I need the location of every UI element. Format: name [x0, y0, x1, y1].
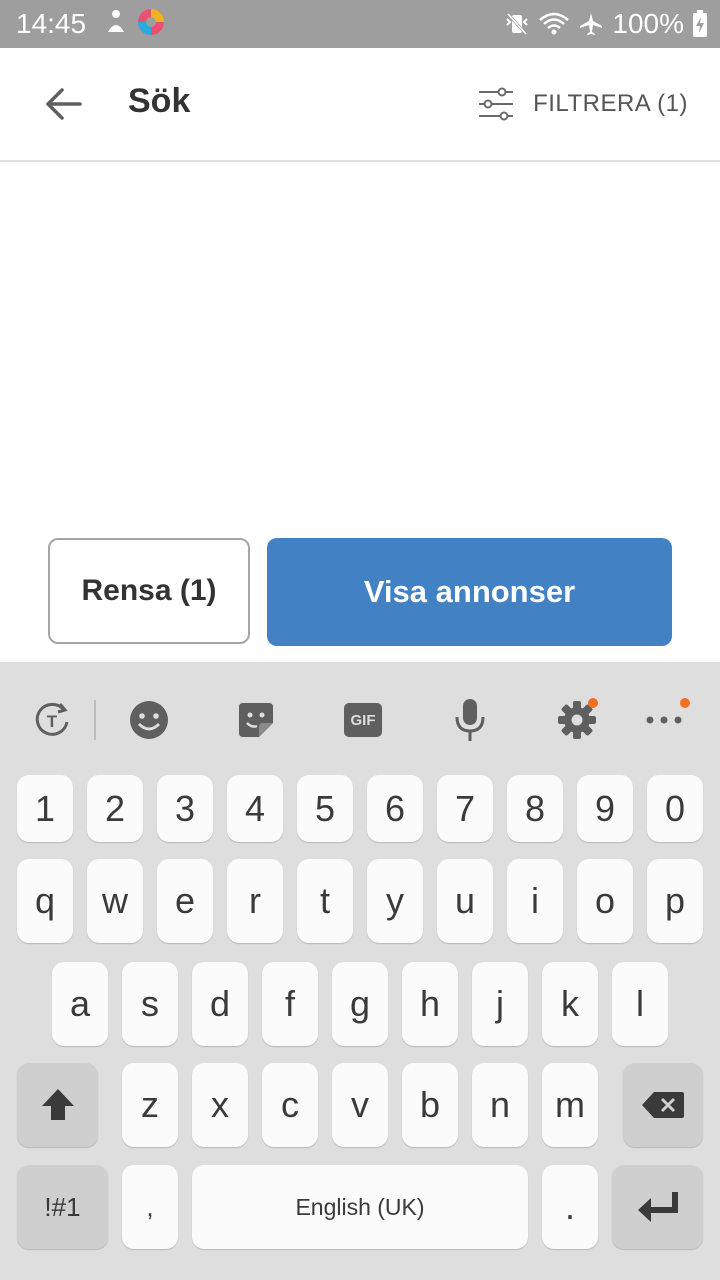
- key-v[interactable]: v: [332, 1063, 388, 1147]
- page-title: Sök: [128, 82, 191, 120]
- key-1[interactable]: 1: [17, 775, 73, 842]
- backspace-key[interactable]: [623, 1063, 703, 1147]
- shift-icon: [41, 1089, 74, 1120]
- key-u[interactable]: u: [437, 859, 493, 943]
- emoji-icon[interactable]: [127, 698, 171, 742]
- key-e[interactable]: e: [157, 859, 213, 943]
- key-a[interactable]: a: [52, 962, 108, 1046]
- shift-key[interactable]: [17, 1063, 98, 1147]
- svg-text:T: T: [47, 712, 58, 731]
- vibrate-icon: [504, 11, 530, 37]
- airplane-icon: [578, 11, 604, 37]
- enter-key[interactable]: [612, 1165, 703, 1249]
- key-8[interactable]: 8: [507, 775, 563, 842]
- key-m[interactable]: m: [542, 1063, 598, 1147]
- key-k[interactable]: k: [542, 962, 598, 1046]
- more-notification-dot: [680, 698, 690, 708]
- filter-button[interactable]: FILTRERA (1): [477, 86, 688, 122]
- key-p[interactable]: p: [647, 859, 703, 943]
- status-time: 14:45: [16, 8, 87, 39]
- key-3[interactable]: 3: [157, 775, 213, 842]
- status-bar: 14:45 100%: [0, 0, 720, 48]
- enter-icon: [637, 1192, 678, 1222]
- settings-notification-dot: [588, 698, 598, 708]
- key-h[interactable]: h: [402, 962, 458, 1046]
- key-z[interactable]: z: [122, 1063, 178, 1147]
- browser-app-icon: [136, 7, 166, 42]
- wifi-icon: [538, 11, 570, 37]
- keyboard: T GIF 1 2 3 4 5 6 7 8 9 0 q w e r t y u …: [0, 662, 720, 1280]
- symbols-key[interactable]: !#1: [17, 1165, 108, 1249]
- key-o[interactable]: o: [577, 859, 633, 943]
- gif-label: GIF: [350, 711, 376, 729]
- key-i[interactable]: i: [507, 859, 563, 943]
- key-d[interactable]: d: [192, 962, 248, 1046]
- toolbar-divider: [94, 700, 96, 740]
- key-5[interactable]: 5: [297, 775, 353, 842]
- notification-figure-icon: [104, 8, 128, 41]
- space-key[interactable]: English (UK): [192, 1165, 528, 1249]
- gif-icon[interactable]: GIF: [341, 698, 385, 742]
- key-2[interactable]: 2: [87, 775, 143, 842]
- key-w[interactable]: w: [87, 859, 143, 943]
- sticker-icon[interactable]: [234, 698, 278, 742]
- comma-key[interactable]: ,: [122, 1165, 178, 1249]
- key-f[interactable]: f: [262, 962, 318, 1046]
- key-6[interactable]: 6: [367, 775, 423, 842]
- clear-filters-button[interactable]: Rensa (1): [48, 538, 250, 644]
- key-x[interactable]: x: [192, 1063, 248, 1147]
- microphone-icon[interactable]: [448, 698, 492, 742]
- battery-charging-icon: [692, 10, 708, 38]
- back-button[interactable]: [40, 84, 88, 124]
- key-t[interactable]: t: [297, 859, 353, 943]
- key-n[interactable]: n: [472, 1063, 528, 1147]
- key-y[interactable]: y: [367, 859, 423, 943]
- key-0[interactable]: 0: [647, 775, 703, 842]
- backspace-icon: [642, 1092, 684, 1118]
- battery-percent: 100%: [612, 8, 684, 39]
- key-s[interactable]: s: [122, 962, 178, 1046]
- key-l[interactable]: l: [612, 962, 668, 1046]
- key-j[interactable]: j: [472, 962, 528, 1046]
- translate-icon[interactable]: T: [30, 698, 74, 742]
- key-g[interactable]: g: [332, 962, 388, 1046]
- key-c[interactable]: c: [262, 1063, 318, 1147]
- key-7[interactable]: 7: [437, 775, 493, 842]
- show-ads-button[interactable]: Visa annonser: [267, 538, 672, 646]
- filter-label: FILTRERA (1): [533, 90, 688, 117]
- key-q[interactable]: q: [17, 859, 73, 943]
- period-key[interactable]: .: [542, 1165, 598, 1249]
- app-bar: Sök FILTRERA (1): [0, 48, 720, 162]
- arrow-left-icon: [46, 88, 82, 120]
- key-9[interactable]: 9: [577, 775, 633, 842]
- sliders-icon: [479, 87, 514, 121]
- key-r[interactable]: r: [227, 859, 283, 943]
- key-b[interactable]: b: [402, 1063, 458, 1147]
- key-4[interactable]: 4: [227, 775, 283, 842]
